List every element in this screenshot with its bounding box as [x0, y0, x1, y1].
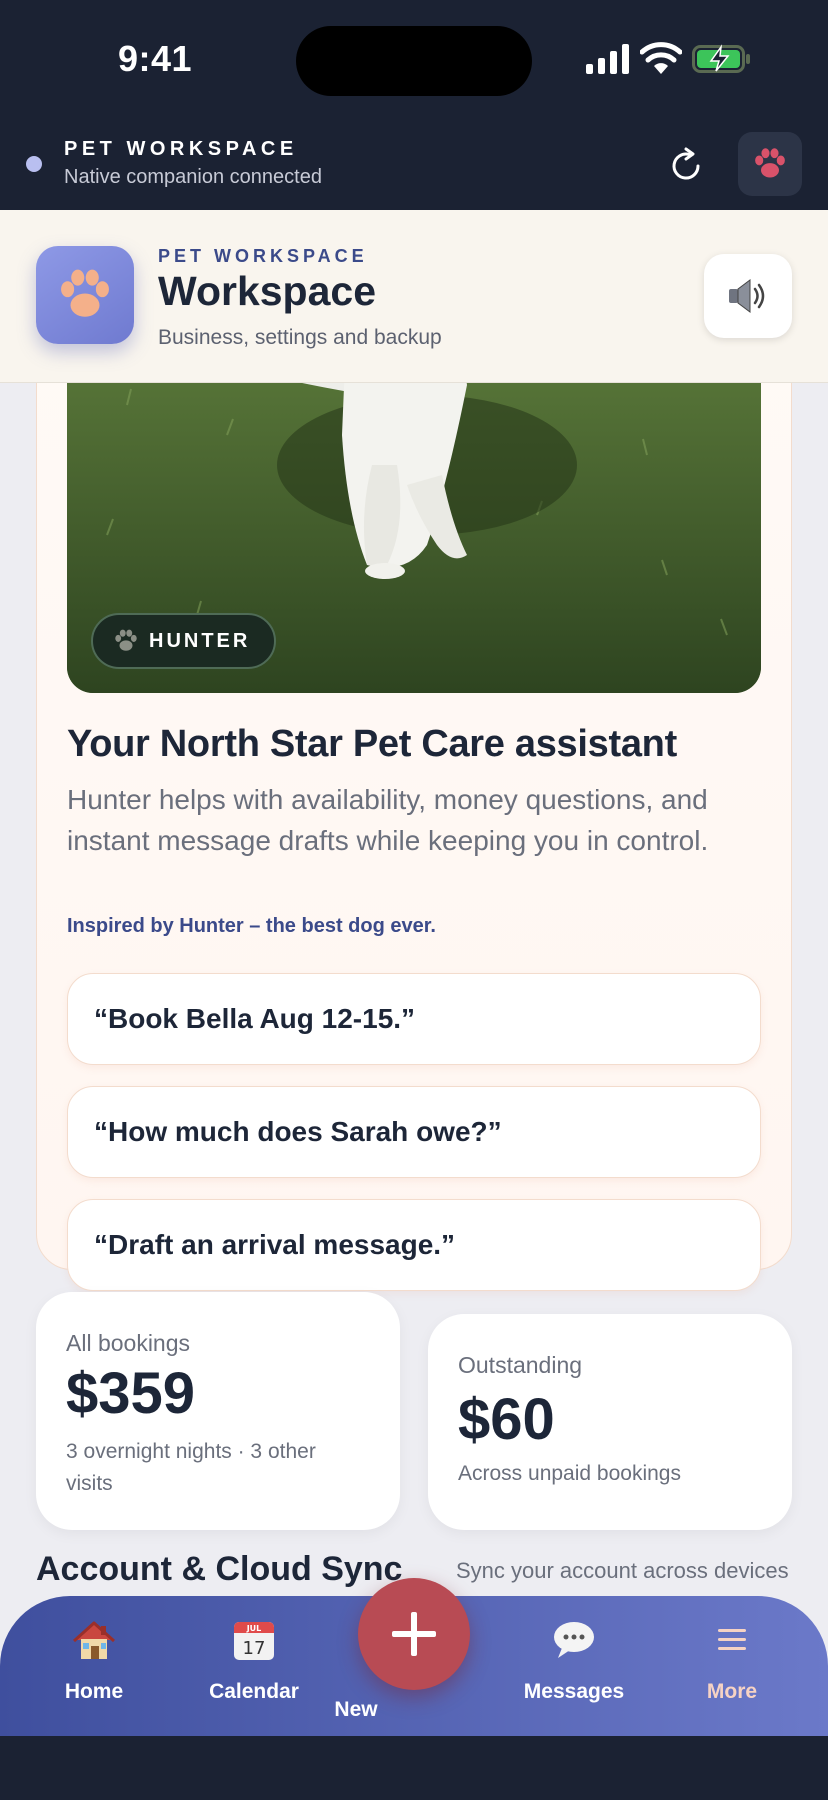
stat-card-outstanding[interactable]: Outstanding $60 Across unpaid bookings: [428, 1314, 792, 1530]
section-link-sync[interactable]: Sync your account across devices: [456, 1558, 789, 1584]
stat-value: $359: [66, 1361, 196, 1426]
prompt-chip-owe[interactable]: “How much does Sarah owe?”: [67, 1086, 761, 1178]
plus-icon: [392, 1612, 436, 1656]
status-bar: 9:41: [0, 0, 828, 120]
hunter-badge: HUNTER: [91, 613, 277, 669]
status-time: 9:41: [118, 38, 193, 79]
cellular-signal-icon: [586, 44, 629, 74]
paw-button[interactable]: [738, 132, 802, 196]
page-subtitle: Business, settings and backup: [158, 326, 442, 349]
tab-home-label: Home: [64, 1680, 124, 1703]
home-indicator-area: [0, 1736, 828, 1800]
tab-messages[interactable]: Messages: [504, 1596, 644, 1736]
stat-subtext: 3 overnight nights · 3 other visits: [66, 1440, 316, 1495]
tab-new-label: New: [334, 1698, 378, 1721]
calendar-icon-day: 17: [243, 1638, 266, 1659]
calendar-icon: JUL 17: [234, 1622, 274, 1660]
wifi-icon: [640, 42, 682, 74]
companion-title: PET WORKSPACE: [64, 138, 298, 160]
assistant-title: Your North Star Pet Care assistant: [67, 723, 677, 765]
new-button[interactable]: [358, 1578, 470, 1690]
prompt-chip-book[interactable]: “Book Bella Aug 12-15.”: [67, 973, 761, 1065]
paw-icon: [61, 269, 109, 317]
workspace-app-icon: [36, 246, 134, 344]
assistant-card: HUNTER Your North Star Pet Care assistan…: [36, 270, 792, 1291]
stat-card-bookings[interactable]: All bookings $359 3 overnight nights · 3…: [36, 1292, 400, 1530]
prompt-chip-draft[interactable]: “Draft an arrival message.”: [67, 1199, 761, 1291]
stat-label: All bookings: [66, 1330, 191, 1356]
refresh-icon[interactable]: [664, 144, 708, 188]
header-eyebrow: PET WORKSPACE: [158, 246, 368, 266]
stat-value: $60: [458, 1387, 555, 1452]
tab-more-label: More: [706, 1680, 758, 1703]
assistant-inspired: Inspired by Hunter – the best dog ever.: [67, 915, 436, 937]
workspace-header: PET WORKSPACE Workspace Business, settin…: [0, 210, 828, 383]
menu-icon: [718, 1629, 746, 1650]
connection-dot: [26, 156, 42, 172]
calendar-icon-month: JUL: [246, 1624, 262, 1633]
workspace-content[interactable]: PET WORKSPACE Workspace Business, settin…: [0, 210, 828, 1735]
tab-home[interactable]: Home: [24, 1596, 164, 1736]
paw-icon: [755, 148, 785, 178]
hunter-badge-label: HUNTER: [149, 629, 251, 652]
tab-more[interactable]: More: [662, 1596, 802, 1736]
speaker-button[interactable]: [704, 254, 792, 338]
speech-bubble-icon: [554, 1622, 594, 1658]
tab-messages-label: Messages: [523, 1680, 625, 1703]
stat-label: Outstanding: [458, 1352, 583, 1378]
section-title-account-sync: Account & Cloud Sync: [36, 1550, 403, 1588]
assistant-description: Hunter helps with availability, money qu…: [67, 784, 709, 856]
battery-charging-icon: [692, 44, 750, 73]
companion-bar: PET WORKSPACE Native companion connected: [0, 120, 828, 210]
speaker-icon: [729, 279, 765, 313]
page-title: Workspace: [158, 268, 377, 314]
companion-status: Native companion connected: [64, 166, 322, 188]
dynamic-island: [296, 26, 532, 96]
stat-subtext: Across unpaid bookings: [458, 1462, 681, 1485]
paw-icon: [115, 629, 137, 651]
house-icon: [72, 1621, 116, 1659]
